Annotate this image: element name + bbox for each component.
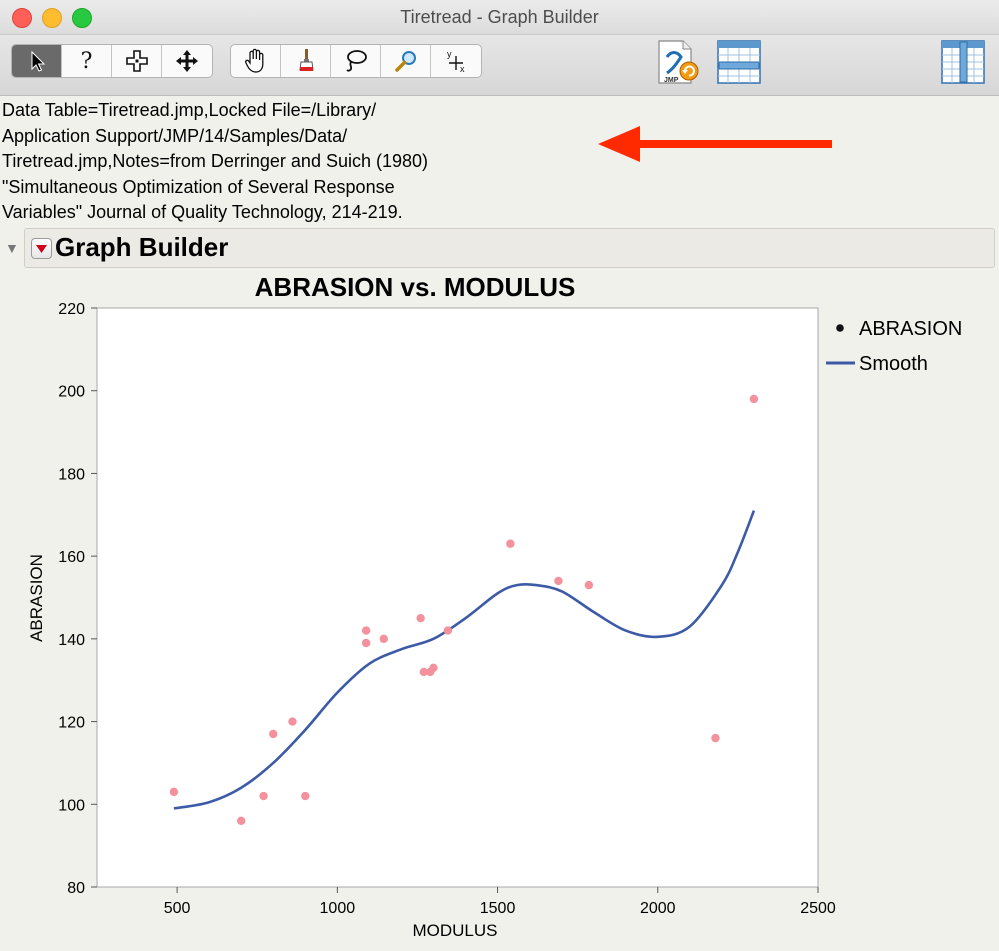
graph-builder-outline-header: Graph Builder (24, 228, 995, 268)
chart-title: ABRASION vs. MODULUS (255, 272, 576, 302)
data-point[interactable] (237, 816, 246, 826)
move-tool-button[interactable] (162, 45, 212, 77)
abrasion-vs-modulus-chart: ABRASION vs. MODULUS 80 100 120 140 160 180 20… (27, 272, 962, 940)
data-point[interactable] (269, 729, 278, 739)
data-point[interactable] (361, 626, 371, 635)
move-arrows-icon (176, 50, 198, 72)
y-tick-label: 80 (67, 880, 85, 897)
notes-line: "Simultaneous Optimization of Several Re… (2, 176, 395, 197)
data-table-icon[interactable] (716, 39, 762, 85)
magnifier-tool-button[interactable] (381, 45, 431, 77)
x-tick-label: 500 (164, 900, 191, 917)
y-tick-label: 140 (58, 632, 85, 649)
data-point[interactable] (361, 638, 371, 648)
toolbar: ? y x JMP (0, 35, 999, 96)
red-triangle-menu-button[interactable] (31, 238, 52, 259)
y-tick-label: 180 (58, 466, 85, 483)
y-tick-label: 200 (58, 384, 85, 401)
paint-brush-icon (298, 49, 314, 71)
data-point[interactable] (711, 733, 720, 743)
data-point[interactable] (301, 791, 310, 801)
x-tick-label: 1000 (320, 900, 356, 917)
tool-group-selection: ? (11, 44, 213, 78)
question-mark-icon: ? (80, 48, 93, 74)
jmp-script-icon[interactable]: JMP (655, 39, 701, 85)
data-point[interactable] (379, 634, 388, 644)
legend-entry-abrasion[interactable]: ABRASION (859, 318, 962, 340)
red-triangle-icon (36, 244, 47, 253)
notes-line: Variables" Journal of Quality Technology… (2, 202, 403, 222)
data-point[interactable] (506, 539, 515, 548)
data-point[interactable] (259, 791, 268, 801)
red-arrow-annotation-icon (598, 126, 832, 162)
y-tick-label: 120 (58, 715, 85, 732)
y-tick-label: 100 (58, 797, 85, 814)
help-tool-button[interactable]: ? (62, 45, 112, 77)
arrow-cursor-icon (31, 50, 45, 72)
notes-line: Application Support/JMP/14/Samples/Data/ (2, 125, 348, 146)
data-point[interactable] (429, 663, 438, 673)
y-axis-label: ABRASION (27, 554, 46, 642)
crosshair-icon (125, 50, 148, 72)
annotate-y-glyph: y (447, 49, 452, 59)
lasso-icon (345, 50, 367, 72)
window-title: Tiretread - Graph Builder (400, 7, 599, 27)
disclosure-triangle-icon[interactable]: ▼ (5, 240, 19, 256)
data-point[interactable] (749, 394, 759, 404)
magnifier-icon (394, 51, 416, 72)
data-point[interactable] (288, 717, 297, 726)
x-tick-label: 1500 (480, 900, 516, 917)
notes-line: Tiretread.jmp,Notes=from Derringer and S… (2, 151, 429, 171)
annotate-tool-button[interactable]: y x (431, 45, 481, 77)
data-point[interactable] (443, 626, 453, 635)
hand-grabber-icon (244, 48, 263, 73)
arrow-tool-button[interactable] (12, 45, 62, 77)
notes-line: Data Table=Tiretread.jmp,Locked File=/Li… (2, 100, 377, 120)
window-titlebar: Tiretread - Graph Builder (0, 0, 999, 35)
plot-frame (96, 307, 819, 888)
data-point[interactable] (416, 613, 425, 623)
x-tick-label: 2000 (640, 900, 676, 917)
tool-group-interaction: y x (230, 44, 482, 78)
brush-tool-button[interactable] (281, 45, 331, 77)
legend-entry-smooth[interactable]: Smooth (859, 353, 928, 375)
legend: ABRASION Smooth (826, 318, 962, 375)
lasso-tool-button[interactable] (331, 45, 381, 77)
axis-annotate-icon: y x (447, 49, 465, 74)
data-point[interactable] (169, 787, 179, 797)
x-axis-label: MODULUS (412, 921, 497, 940)
grabber-tool-button[interactable] (231, 45, 281, 77)
data-point[interactable] (554, 576, 563, 586)
y-tick-label: 160 (58, 549, 85, 566)
annotate-x-glyph: x (460, 64, 465, 74)
crosshair-tool-button[interactable] (112, 45, 162, 77)
jmp-logo-text: JMP (664, 77, 679, 84)
legend-point-swatch (836, 324, 844, 332)
data-point[interactable] (584, 580, 594, 590)
outline-title: Graph Builder (55, 232, 229, 262)
data-table-notes: Data Table=Tiretread.jmp,Locked File=/Li… (2, 98, 562, 226)
x-tick-label: 2500 (800, 900, 836, 917)
y-tick-label: 220 (58, 301, 85, 318)
column-panel-icon[interactable] (940, 39, 986, 85)
